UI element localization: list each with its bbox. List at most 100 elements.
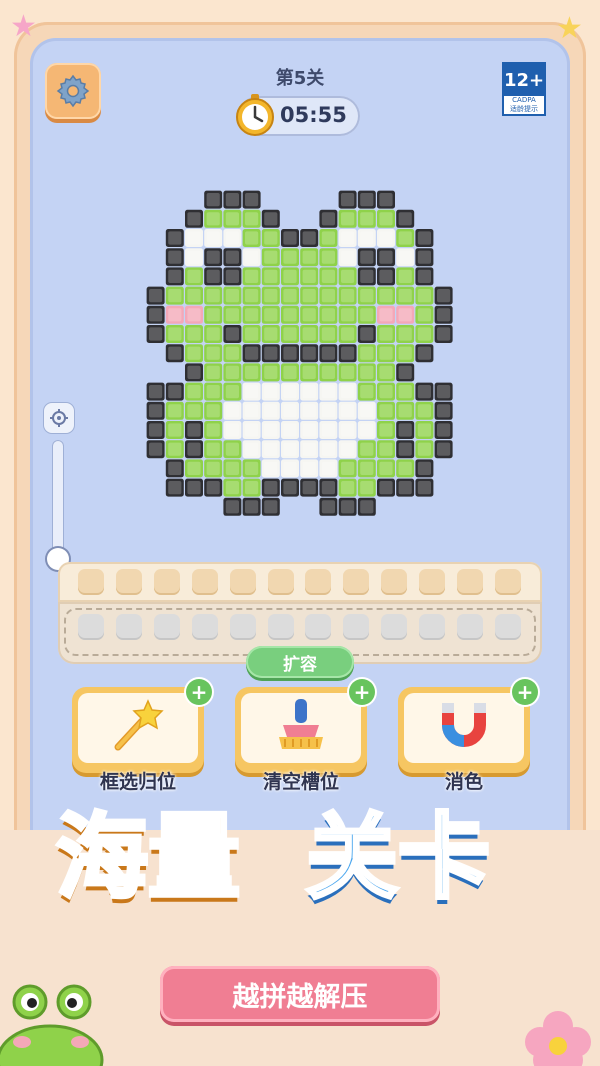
pixel-bead-shine	[302, 461, 316, 475]
pixel-bead-shine	[398, 308, 412, 322]
pixel-bead-shine	[379, 442, 393, 456]
color-slot[interactable]	[494, 569, 521, 595]
timer: 05:55	[236, 94, 360, 136]
pixel-bead-shine	[321, 269, 335, 283]
pixel-bead-shine	[206, 346, 220, 360]
pixel-bead-shine	[360, 423, 374, 437]
pixel-bead-shine	[283, 346, 297, 360]
pixel-bead-shine	[360, 308, 374, 322]
pixel-bead-shine	[398, 442, 412, 456]
pixel-bead-shine	[321, 346, 335, 360]
pixel-bead-shine	[302, 481, 316, 495]
pixel-bead-shine	[360, 500, 374, 514]
pixel-bead-shine	[417, 442, 431, 456]
pixel-bead-shine	[398, 385, 412, 399]
color-slot[interactable]	[229, 569, 256, 595]
pixel-bead-shine	[321, 481, 335, 495]
color-slot[interactable]	[305, 569, 332, 595]
color-slot[interactable]	[419, 569, 446, 595]
promo-title-part1: 海量	[54, 804, 242, 911]
powerup-clear-slots[interactable]: +	[235, 679, 375, 773]
pixel-bead-shine	[264, 308, 278, 322]
pixel-bead-shine	[187, 365, 201, 379]
pixel-bead-shine	[379, 404, 393, 418]
pixel-art-frog[interactable]	[146, 190, 458, 520]
locked-slot	[115, 614, 142, 640]
level-title: 第5关	[275, 68, 325, 89]
pixel-bead-shine	[283, 327, 297, 341]
pixel-bead-shine	[417, 231, 431, 245]
color-slot[interactable]	[343, 569, 370, 595]
promo-title-part2: 关卡	[304, 804, 492, 911]
pixel-bead-shine	[206, 327, 220, 341]
pixel-bead-shine	[341, 442, 355, 456]
add-powerup-button[interactable]: +	[349, 679, 375, 705]
color-slot[interactable]	[381, 569, 408, 595]
pixel-bead-shine	[379, 346, 393, 360]
pixel-bead-shine	[245, 250, 259, 264]
pixel-bead-shine	[187, 289, 201, 303]
pixel-bead-shine	[168, 231, 182, 245]
pixel-bead-shine	[360, 212, 374, 226]
pixel-bead-shine	[168, 308, 182, 322]
magnet-icon	[442, 703, 486, 747]
pixel-bead-shine	[168, 289, 182, 303]
settings-button[interactable]	[45, 63, 101, 119]
pixel-bead-shine	[398, 269, 412, 283]
color-slot[interactable]	[153, 569, 180, 595]
color-slot[interactable]	[191, 569, 218, 595]
pixel-bead-shine	[149, 442, 163, 456]
pixel-bead-shine	[187, 212, 201, 226]
pixel-bead-shine	[245, 461, 259, 475]
locate-button[interactable]	[44, 403, 74, 433]
color-slot[interactable]	[457, 569, 483, 595]
pixel-bead-shine	[206, 423, 220, 437]
zoom-slider-track[interactable]	[52, 440, 64, 560]
pixel-bead-shine	[341, 289, 355, 303]
pixel-bead-shine	[187, 385, 201, 399]
add-powerup-button[interactable]: +	[186, 679, 212, 705]
locked-slot	[494, 614, 521, 640]
pixel-bead-shine	[398, 404, 412, 418]
pixel-bead-shine	[264, 423, 278, 437]
pixel-bead-shine	[379, 250, 393, 264]
pixel-bead-shine	[341, 269, 355, 283]
color-slot[interactable]	[267, 569, 294, 595]
pixel-bead-shine	[437, 289, 451, 303]
pixel-bead-shine	[360, 231, 374, 245]
pixel-bead-shine	[417, 481, 431, 495]
pixel-bead-shine	[341, 365, 355, 379]
pixel-bead-shine	[206, 365, 220, 379]
locked-slot	[153, 614, 180, 640]
pixel-bead-shine	[302, 269, 316, 283]
pixel-bead-shine	[360, 481, 374, 495]
pixel-bead-shine	[360, 385, 374, 399]
pixel-bead-shine	[206, 231, 220, 245]
powerup-remove-color[interactable]: +	[398, 679, 538, 773]
pixel-bead-shine	[283, 461, 297, 475]
color-slot[interactable]	[115, 569, 142, 595]
pixel-bead-shine	[302, 423, 316, 437]
color-slot-row-top	[58, 562, 542, 602]
add-powerup-button[interactable]: +	[512, 679, 538, 705]
pixel-bead-shine	[321, 212, 335, 226]
locked-slot	[305, 614, 332, 640]
pixel-bead-shine	[360, 346, 374, 360]
pixel-bead-shine	[341, 193, 355, 207]
pixel-bead-shine	[417, 289, 431, 303]
expand-button[interactable]: 扩容	[246, 646, 354, 678]
pixel-bead-shine	[302, 385, 316, 399]
pixel-bead-shine	[225, 250, 239, 264]
pixel-bead-shine	[168, 250, 182, 264]
powerup-select-restore[interactable]: +	[72, 679, 212, 773]
pixel-bead-shine	[379, 269, 393, 283]
pixel-bead-shine	[187, 269, 201, 283]
pixel-bead-shine	[283, 365, 297, 379]
pixel-bead-shine	[225, 346, 239, 360]
color-slot[interactable]	[78, 569, 104, 595]
pixel-bead-shine	[341, 500, 355, 514]
age-rating-tip: 适龄提示	[510, 105, 538, 113]
pixel-bead-shine	[360, 442, 374, 456]
pixel-bead-shine	[360, 289, 374, 303]
pixel-bead-shine	[206, 404, 220, 418]
